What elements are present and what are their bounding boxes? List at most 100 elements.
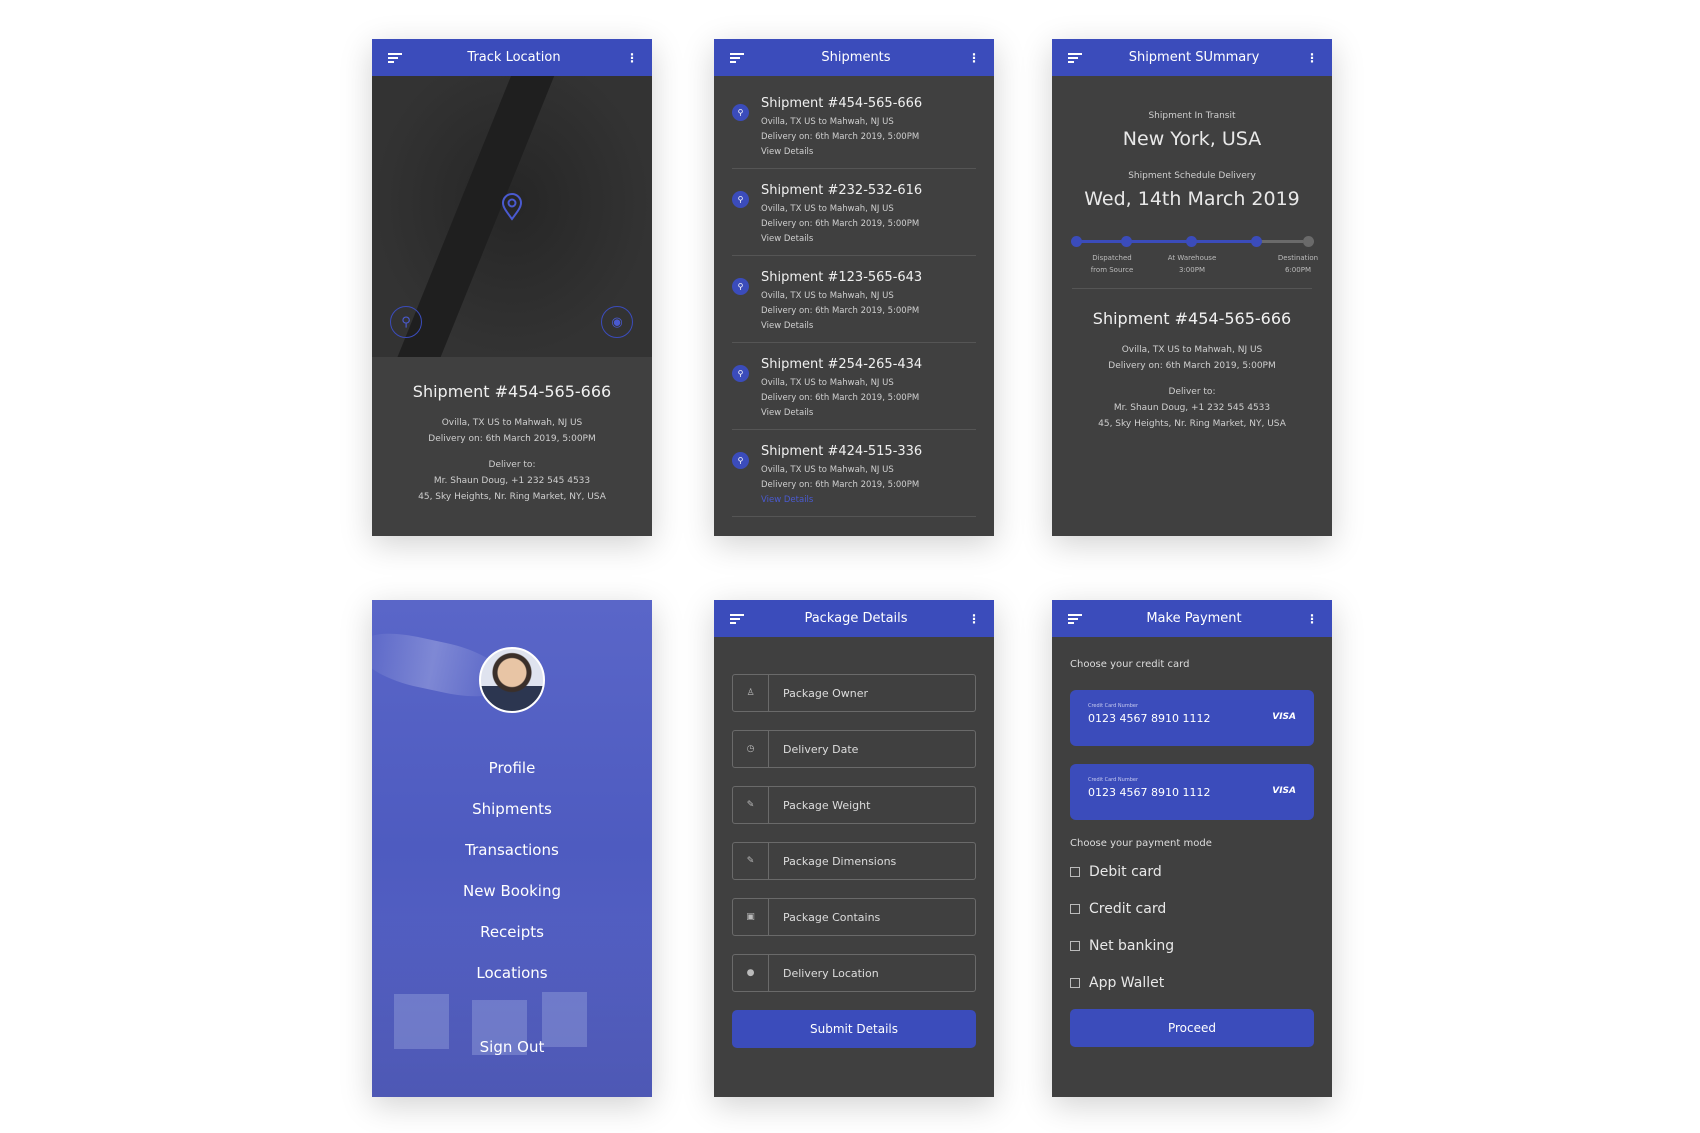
progress-step-dot <box>1071 236 1082 247</box>
shipment-route: Ovilla, TX US to Mahwah, NJ US <box>761 117 894 127</box>
screen-title: Make Payment <box>1146 611 1242 626</box>
transit-city: New York, USA <box>1122 128 1262 150</box>
more-options-icon[interactable]: ⋮ <box>626 52 638 64</box>
shipment-title: Shipment #454-565-666 <box>761 96 923 111</box>
menu-item-receipts[interactable]: Receipts <box>372 912 652 953</box>
shipment-icon: ⚲ <box>732 452 749 469</box>
net-banking-checkbox[interactable]: Net banking <box>1070 927 1314 964</box>
nav-menu: Profile Shipments Transactions New Booki… <box>372 748 652 1068</box>
card-number: 0123 4567 8910 1112 <box>1088 786 1211 799</box>
app-header: Make Payment ⋮ <box>1052 600 1332 637</box>
avatar[interactable] <box>479 647 545 713</box>
view-details-link[interactable]: View Details <box>761 232 922 247</box>
shipment-title: Shipment #123-565-643 <box>761 270 923 285</box>
field-label: Package Dimensions <box>783 854 897 868</box>
location-pin-icon <box>501 193 523 221</box>
schedule-label: Shipment Schedule Delivery <box>1128 171 1256 181</box>
screen-title: Package Details <box>804 611 908 626</box>
milestone-warehouse: At Warehouse 3:00PM <box>1167 254 1217 274</box>
package-owner-input[interactable]: ♙ Package Owner <box>732 674 976 712</box>
app-header: Shipment SUmmary ⋮ <box>1052 39 1332 76</box>
delivery-location-input[interactable]: ● Delivery Location <box>732 954 976 992</box>
menu-item-new-booking[interactable]: New Booking <box>372 871 652 912</box>
menu-item-transactions[interactable]: Transactions <box>372 830 652 871</box>
app-header: Package Details ⋮ <box>714 600 994 637</box>
proceed-button[interactable]: Proceed <box>1070 1009 1314 1047</box>
shipment-list-item[interactable]: ⚲ Shipment #232-532-616 Ovilla, TX US to M… <box>732 169 976 256</box>
shipment-delivery: Delivery on: 6th March 2019, 5:00PM <box>761 132 920 142</box>
package-details-screen: Package Details ⋮ ♙ Package Owner ◷ Delive… <box>714 600 994 1097</box>
menu-item-locations[interactable]: Locations <box>372 953 652 994</box>
shipment-route: Ovilla, TX US to Mahwah, NJ US <box>761 378 894 388</box>
shipment-delivery: Delivery on: 6th March 2019, 5:00PM <box>761 306 920 316</box>
shipment-list-item[interactable]: ⚲ Shipment #254-265-434 Ovilla, TX US to M… <box>732 343 976 430</box>
menu-icon[interactable] <box>730 52 744 63</box>
card-number: 0123 4567 8910 1112 <box>1088 712 1211 725</box>
credit-card[interactable]: Credit Card Number 0123 4567 8910 1112 VIS… <box>1070 690 1314 746</box>
credit-card-checkbox[interactable]: Credit card <box>1070 890 1314 927</box>
map[interactable]: ⚲ ◉ <box>372 76 652 357</box>
pin-icon: ● <box>733 955 769 991</box>
more-options-icon[interactable]: ⋮ <box>968 613 980 625</box>
screen-title: Shipments <box>821 50 891 65</box>
shipment-delivery: Delivery on: 6th March 2019, 5:00PM <box>761 219 920 229</box>
search-map-button[interactable]: ⚲ <box>390 306 422 338</box>
pencil-icon: ✎ <box>733 843 769 879</box>
track-location-screen: Track Location ⋮ ⚲ ◉ Shipment #454-565-6… <box>372 39 652 536</box>
recipient: Mr. Shaun Doug, +1 232 545 4533 <box>433 476 591 486</box>
progress-step-dot <box>1303 236 1314 247</box>
deliver-to-label: Deliver to: <box>488 460 536 470</box>
progress-step-dot <box>1251 236 1262 247</box>
screen-title: Track Location <box>467 50 561 65</box>
schedule-date: Wed, 14th March 2019 <box>1084 188 1300 210</box>
address: 45, Sky Heights, Nr. Ring Market, NY, US… <box>1098 419 1286 429</box>
menu-icon[interactable] <box>1068 52 1082 63</box>
shipment-list-item[interactable]: ⚲ Shipment #424-515-336 Ovilla, TX US to M… <box>732 430 976 517</box>
card-heading: Choose your credit card <box>1070 659 1190 670</box>
mode-heading: Choose your payment mode <box>1070 838 1212 849</box>
submit-details-button[interactable]: Submit Details <box>732 1010 976 1048</box>
visa-logo: VISA <box>1272 712 1296 722</box>
debit-card-checkbox[interactable]: Debit card <box>1070 853 1314 890</box>
route: Ovilla, TX US to Mahwah, NJ US <box>441 418 583 428</box>
delivery-date-input[interactable]: ◷ Delivery Date <box>732 730 976 768</box>
milestone-dispatched: Dispatched from Source <box>1090 254 1134 274</box>
progress-tracker <box>1071 236 1314 247</box>
package-weight-input[interactable]: ✎ Package Weight <box>732 786 976 824</box>
more-options-icon[interactable]: ⋮ <box>1306 613 1318 625</box>
shipment-delivery: Delivery on: 6th March 2019, 5:00PM <box>761 480 920 490</box>
menu-icon[interactable] <box>730 613 744 624</box>
transit-label: Shipment In Transit <box>1148 111 1236 121</box>
view-details-link[interactable]: View Details <box>761 319 922 334</box>
shipment-list-item[interactable]: ⚲ Shipment #123-565-643 Ovilla, TX US to M… <box>732 256 976 343</box>
package-contains-input[interactable]: ▣ Package Contains <box>732 898 976 936</box>
credit-card[interactable]: Credit Card Number 0123 4567 8910 1112 VIS… <box>1070 764 1314 820</box>
progress-step-dot <box>1121 236 1132 247</box>
view-details-link[interactable]: View Details <box>761 145 922 160</box>
shipment-route: Ovilla, TX US to Mahwah, NJ US <box>761 465 894 475</box>
package-dimensions-input[interactable]: ✎ Package Dimensions <box>732 842 976 880</box>
shipment-route: Ovilla, TX US to Mahwah, NJ US <box>761 291 894 301</box>
menu-icon[interactable] <box>388 52 402 63</box>
card-label: Credit Card Number <box>1088 777 1138 783</box>
field-label: Package Owner <box>783 686 869 700</box>
search-icon: ⚲ <box>401 314 411 330</box>
shipment-title: Shipment #232-532-616 <box>761 183 923 198</box>
menu-item-shipments[interactable]: Shipments <box>372 789 652 830</box>
menu-icon[interactable] <box>1068 613 1082 624</box>
view-details-link[interactable]: View Details <box>761 493 922 508</box>
user-icon: ♙ <box>733 675 769 711</box>
app-header: Shipments ⋮ <box>714 39 994 76</box>
menu-item-profile[interactable]: Profile <box>372 748 652 789</box>
card-label: Credit Card Number <box>1088 703 1138 709</box>
more-options-icon[interactable]: ⋮ <box>1306 52 1318 64</box>
shipment-title: Shipment #424-515-336 <box>761 444 923 459</box>
locate-me-button[interactable]: ◉ <box>601 306 633 338</box>
view-details-link[interactable]: View Details <box>761 406 922 421</box>
shipment-icon: ⚲ <box>732 365 749 382</box>
more-options-icon[interactable]: ⋮ <box>968 52 980 64</box>
shipment-list-item[interactable]: ⚲ Shipment #454-565-666 Ovilla, TX US to M… <box>732 82 976 169</box>
sign-out-button[interactable]: Sign Out <box>372 1027 652 1068</box>
clock-icon: ◷ <box>733 731 769 767</box>
app-wallet-checkbox[interactable]: App Wallet <box>1070 964 1314 1001</box>
